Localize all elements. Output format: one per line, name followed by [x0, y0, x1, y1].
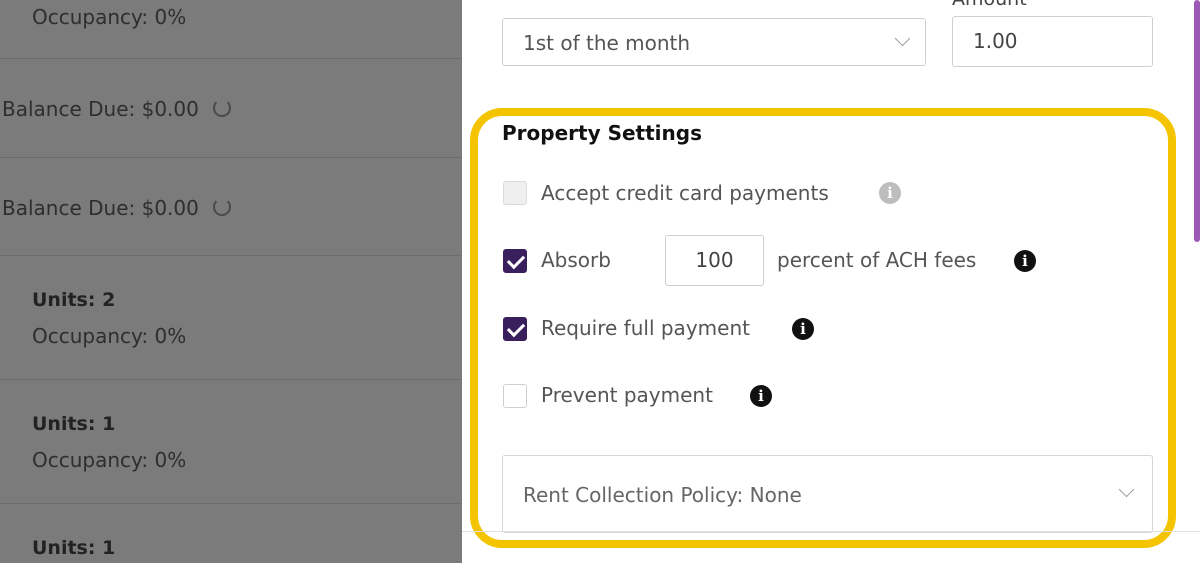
property-list-overlay: Occupancy: 0% Balance Due: $0.00 Balance…	[0, 0, 462, 563]
spinner-icon	[212, 99, 231, 117]
accept-credit-card-checkbox[interactable]	[503, 181, 527, 205]
occupancy-text: Occupancy: 0%	[32, 5, 187, 29]
due-date-select[interactable]: 1st of the month	[502, 18, 926, 66]
info-icon[interactable]: i	[879, 182, 901, 204]
prevent-payment-label: Prevent payment	[541, 383, 713, 407]
ach-percent-input[interactable]: 100	[665, 235, 764, 286]
absorb-label: Absorb	[541, 248, 611, 272]
prevent-payment-checkbox[interactable]	[503, 384, 527, 408]
due-date-value: 1st of the month	[523, 31, 691, 55]
amount-input[interactable]: 1.00	[952, 16, 1153, 67]
require-full-payment-label: Require full payment	[541, 316, 750, 340]
info-icon[interactable]: i	[750, 385, 772, 407]
info-icon[interactable]: i	[792, 318, 814, 340]
list-item: Occupancy: 0%	[0, 0, 462, 59]
rent-collection-policy-select[interactable]: Rent Collection Policy: None	[502, 455, 1153, 533]
list-item: Units: 1 Occupancy: 0%	[0, 380, 462, 504]
info-icon[interactable]: i	[1014, 250, 1036, 272]
occupancy-text: Occupancy: 0%	[32, 324, 187, 348]
rent-collection-policy-value: Rent Collection Policy: None	[523, 483, 802, 507]
chevron-down-icon	[894, 30, 911, 47]
list-item: Balance Due: $0.00	[0, 158, 462, 256]
units-text: Units: 1	[32, 537, 116, 559]
balance-text: Balance Due: $0.00	[2, 97, 199, 121]
amount-label: Amount	[952, 0, 1027, 10]
balance-text: Balance Due: $0.00	[2, 196, 199, 220]
absorb-fees-checkbox[interactable]	[503, 249, 527, 273]
chevron-down-icon	[1118, 481, 1135, 498]
ach-fees-label: percent of ACH fees	[777, 248, 977, 272]
scrollbar[interactable]	[1194, 0, 1200, 242]
list-item: Units: 2 Occupancy: 0%	[0, 256, 462, 380]
list-item: Balance Due: $0.00	[0, 59, 462, 158]
section-title: Property Settings	[502, 121, 702, 145]
divider	[462, 531, 1200, 532]
units-text: Units: 2	[32, 289, 116, 311]
occupancy-text: Occupancy: 0%	[32, 448, 187, 472]
spinner-icon	[212, 198, 231, 216]
require-full-payment-checkbox[interactable]	[503, 317, 527, 341]
accept-credit-card-label: Accept credit card payments	[541, 181, 829, 205]
units-text: Units: 1	[32, 413, 116, 435]
list-item: Units: 1	[0, 504, 462, 563]
